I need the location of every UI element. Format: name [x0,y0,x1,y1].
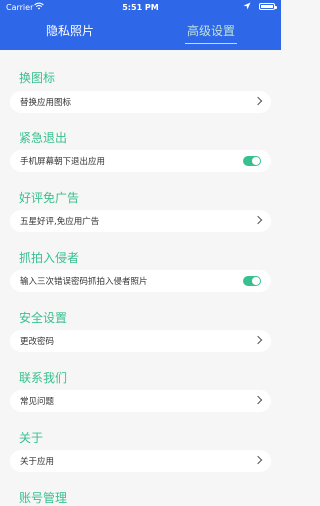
rate-remove-ads-row[interactable]: 五星好评,免应用广告 [10,210,271,232]
intruder-capture-row: 输入三次错误密码抓拍入侵者照片 [10,270,271,292]
chevron-right-icon [253,395,263,405]
section-title: 关于 [19,431,44,445]
status-bar: Carrier 5:51 PM [0,0,281,16]
chevron-right-icon [253,96,263,106]
chevron-right-icon [253,335,263,345]
app-header: Carrier 5:51 PM 隐私照片 高级设置 [0,0,281,50]
section-title: 换图标 [19,71,56,85]
row-label: 五星好评,免应用广告 [20,217,100,227]
tab-bar: 隐私照片 高级设置 [0,18,281,50]
section-title: 紧急退出 [19,131,68,145]
battery-icon [259,3,277,10]
row-label: 替换应用图标 [20,98,72,108]
tab-advanced-settings[interactable]: 高级设置 [141,18,281,50]
intruder-capture-toggle[interactable] [243,276,261,286]
section-title: 好评免广告 [19,191,80,205]
about-app-row[interactable]: 关于应用 [10,450,271,472]
row-label: 关于应用 [20,457,55,467]
section-title: 联系我们 [19,371,68,385]
toggle-knob [252,157,260,165]
toggle-knob [252,277,260,285]
tab-private-photos[interactable]: 隐私照片 [0,18,140,50]
section-title: 安全设置 [19,311,68,325]
location-arrow-icon [243,2,251,10]
tab-label: 隐私照片 [45,24,94,38]
change-password-row[interactable]: 更改密码 [10,330,271,352]
row-label: 手机屏幕朝下退出应用 [20,157,106,167]
chevron-right-icon [253,455,263,465]
section-title: 账号管理 [19,491,68,505]
tab-label: 高级设置 [186,24,235,38]
replace-icon-row[interactable]: 替换应用图标 [10,91,271,113]
row-label: 更改密码 [20,337,55,347]
emergency-exit-row: 手机屏幕朝下退出应用 [10,150,271,172]
chevron-right-icon [253,215,263,225]
status-time: 5:51 PM [122,3,159,12]
emergency-exit-toggle[interactable] [243,156,261,166]
row-label: 常见问题 [20,397,55,407]
faq-row[interactable]: 常见问题 [10,390,271,412]
row-label: 输入三次错误密码抓拍入侵者照片 [20,277,148,287]
active-tab-indicator [185,43,237,44]
section-title: 抓拍入侵者 [19,251,80,265]
